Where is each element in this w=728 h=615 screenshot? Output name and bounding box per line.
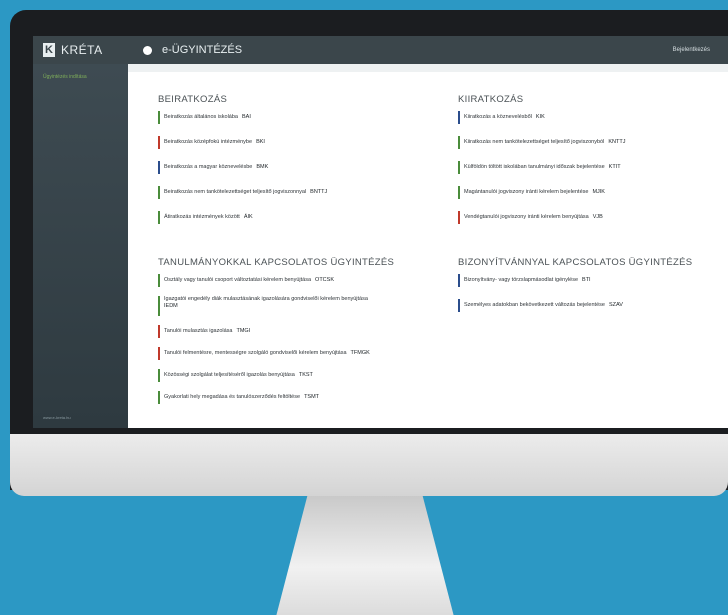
section-title: BEIRATKOZÁS — [158, 94, 228, 105]
list-item[interactable]: Tanulói mulasztás igazolása TMGI — [158, 325, 434, 338]
item-code: BKI — [256, 139, 265, 145]
user-menu[interactable]: Bejelentkezés — [673, 47, 710, 53]
list-item[interactable]: Tanulói felmentésre, mentességre szolgál… — [158, 347, 434, 360]
list-item[interactable]: Közösségi szolgálat teljesítéséről igazo… — [158, 369, 434, 382]
list-item[interactable]: Igazgatói engedély diák mulasztásának ig… — [158, 296, 434, 316]
item-label: Átiratkozás intézmények között — [164, 214, 240, 220]
item-label: Vendégtanulói jogviszony iránti kérelem … — [464, 214, 589, 220]
section-title: KIIRATKOZÁS — [458, 94, 524, 105]
section-kiiratkozas: KIIRATKOZÁS Kiiratkozás a köznevelésből K… — [458, 94, 625, 236]
item-label: Beiratkozás általános iskolába — [164, 114, 238, 120]
item-code: KNTTJ — [608, 139, 626, 145]
item-code: BNTTJ — [310, 189, 328, 195]
list-item[interactable]: Beiratkozás nem tankötelezettséget telje… — [158, 186, 327, 199]
monitor-chin — [10, 434, 728, 496]
kreta-logo-icon: K — [43, 43, 55, 57]
item-label: Beiratkozás középfokú intézménybe — [164, 139, 253, 145]
item-label: Tanulói mulasztás igazolása — [164, 328, 233, 334]
monitor-stand — [276, 496, 454, 615]
item-label: Tanulói felmentésre, mentességre szolgál… — [164, 350, 347, 356]
status-dot-icon — [143, 45, 152, 55]
item-label: Igazgatói engedély diák mulasztásának ig… — [164, 296, 368, 302]
item-code: OTCSK — [315, 277, 334, 283]
list-item[interactable]: Kiiratkozás a köznevelésből KIK — [458, 111, 625, 124]
item-code: SZAV — [608, 302, 623, 308]
list-item[interactable]: Külföldön töltött iskolában tanulmányi i… — [458, 161, 625, 174]
item-code: KIK — [535, 114, 545, 120]
item-code: BTI — [582, 277, 591, 283]
list-item[interactable]: Beiratkozás általános iskolába BAI — [158, 111, 327, 124]
item-label: Közösségi szolgálat teljesítéséről igazo… — [164, 372, 295, 378]
brand[interactable]: K KRÉTA — [33, 36, 143, 64]
list-item[interactable]: Kiiratkozás nem tankötelezettséget telje… — [458, 136, 625, 149]
list-item[interactable]: Átiratkozás intézmények között ÁIK — [158, 211, 327, 224]
item-label: Osztály vagy tanulói csoport változtatás… — [164, 277, 312, 283]
app-name: KRÉTA — [61, 43, 103, 57]
item-label: Kiiratkozás a köznevelésből — [464, 114, 532, 120]
item-code: BMK — [256, 164, 269, 170]
item-label: Beiratkozás nem tankötelezettséget telje… — [164, 189, 307, 195]
item-label: Bizonyítvány- vagy törzslapmásodlat igén… — [464, 277, 579, 283]
sidebar-footer: www.e-kreta.hu — [43, 415, 71, 420]
list-item[interactable]: Vendégtanulói jogviszony iránti kérelem … — [458, 211, 625, 224]
item-code: IEDM — [164, 303, 178, 309]
monitor-frame: K KRÉTA e-ÜGYINTÉZÉS Bejelentkezés Ügyin… — [10, 10, 728, 496]
section-beiratkozas: BEIRATKOZÁS Beiratkozás általános iskolá… — [158, 94, 327, 236]
main-content: BEIRATKOZÁS Beiratkozás általános iskolá… — [128, 64, 728, 428]
section-tanulmanyok: TANULMÁNYOKKAL KAPCSOLATOS ÜGYINTÉZÉS Os… — [158, 257, 434, 404]
item-label: Magántanulói jogviszony iránti kérelem b… — [464, 189, 589, 195]
item-label: Beiratkozás a magyar köznevelésbe — [164, 164, 253, 170]
list-item[interactable]: Magántanulói jogviszony iránti kérelem b… — [458, 186, 625, 199]
list-item[interactable]: Személyes adatokban bekövetkezett változ… — [458, 299, 692, 312]
item-label: Személyes adatokban bekövetkezett változ… — [464, 302, 605, 308]
item-code: ÁIK — [243, 214, 253, 220]
section-bizonyitvany: BIZONYÍTVÁNNYAL KAPCSOLATOS ÜGYINTÉZÉS B… — [458, 257, 692, 324]
sidebar-item-start[interactable]: Ügyintézés indítása — [43, 74, 87, 80]
item-code: VJB — [592, 214, 603, 220]
item-code: MJIK — [592, 189, 605, 195]
list-item[interactable]: Beiratkozás középfokú intézménybe BKI — [158, 136, 327, 149]
sidebar: Ügyintézés indítása www.e-kreta.hu — [33, 64, 128, 428]
list-item[interactable]: Gyakorlati hely megadása és tanulószerző… — [158, 391, 434, 404]
list-item[interactable]: Osztály vagy tanulói csoport változtatás… — [158, 274, 434, 287]
item-code: TMGI — [236, 328, 251, 334]
item-code: KTIT — [608, 164, 621, 170]
item-code: TSMT — [304, 394, 320, 400]
item-code: BAI — [242, 114, 251, 120]
section-title: BIZONYÍTVÁNNYAL KAPCSOLATOS ÜGYINTÉZÉS — [458, 257, 693, 268]
section-title: TANULMÁNYOKKAL KAPCSOLATOS ÜGYINTÉZÉS — [158, 257, 395, 268]
item-code: TFMGK — [350, 350, 370, 356]
screen: K KRÉTA e-ÜGYINTÉZÉS Bejelentkezés Ügyin… — [33, 36, 728, 428]
top-bar: K KRÉTA e-ÜGYINTÉZÉS Bejelentkezés — [33, 36, 728, 64]
item-label: Kiiratkozás nem tankötelezettséget telje… — [464, 139, 605, 145]
list-item[interactable]: Bizonyítvány- vagy törzslapmásodlat igén… — [458, 274, 692, 287]
module-title: e-ÜGYINTÉZÉS — [162, 44, 243, 56]
item-code: TKST — [298, 372, 313, 378]
item-label: Gyakorlati hely megadása és tanulószerző… — [164, 394, 301, 400]
item-label: Külföldön töltött iskolában tanulmányi i… — [464, 164, 605, 170]
content-header-strip — [128, 64, 728, 72]
list-item[interactable]: Beiratkozás a magyar köznevelésbe BMK — [158, 161, 327, 174]
